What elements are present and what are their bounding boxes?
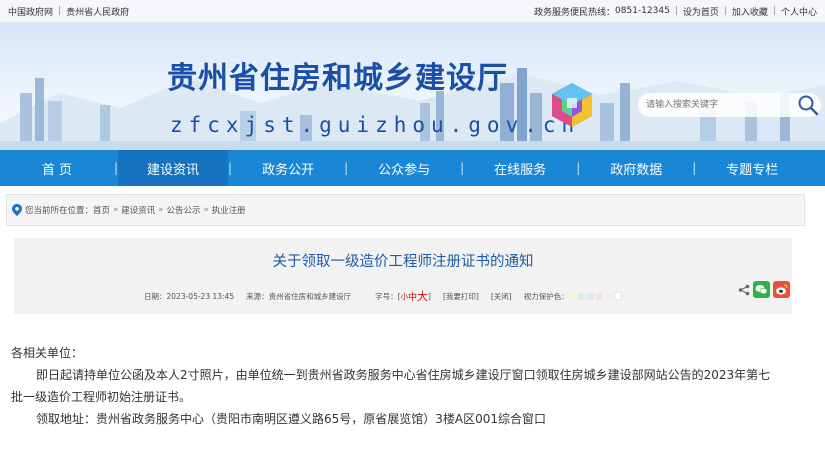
- nav-online-service[interactable]: 在线服务: [464, 150, 576, 186]
- breadcrumb-separator: »: [203, 205, 209, 215]
- set-homepage-link[interactable]: 设为首页: [683, 5, 719, 18]
- source-label: 来源：: [246, 291, 269, 301]
- eye-color-swatch-6[interactable]: [613, 292, 622, 300]
- add-favorite-link[interactable]: 加入收藏: [732, 5, 768, 18]
- breadcrumb: 您当前所在位置： 首页 » 建设资讯 » 公告公示 » 执业注册: [6, 194, 805, 226]
- breadcrumb-registration[interactable]: 执业注册: [212, 204, 246, 216]
- publish-date: 2023-05-23 13:45: [166, 291, 235, 301]
- top-bar: 中国政府网 | 贵州省人民政府 政务服务便民热线： 0851-12345 | 设…: [0, 0, 825, 23]
- pickup-address: 领取地址：贵州省政务服务中心（贵阳市南明区遵义路65号，原省展览馆）3楼A区00…: [36, 412, 547, 426]
- divider: |: [772, 6, 776, 16]
- site-domain: zfcxjst.guizhou.gov.cn: [170, 113, 581, 137]
- personal-center-link[interactable]: 个人中心: [781, 5, 817, 18]
- body-paragraph: 即日起请持单位公函及本人2寸照片，由单位统一到贵州省政务服务中心省住房城乡建设厅…: [36, 368, 771, 382]
- breadcrumb-label: 您当前所在位置：: [25, 206, 94, 216]
- breadcrumb-home[interactable]: 首页: [93, 204, 110, 216]
- nav-public-participation[interactable]: 公众参与: [348, 150, 460, 186]
- search-icon[interactable]: [797, 94, 819, 116]
- article-title: 关于领取一级造价工程师注册证书的通知: [272, 254, 534, 270]
- share-bar: [738, 281, 790, 298]
- eye-protection-label: 视力保护色：: [523, 291, 569, 301]
- nav-gov-affairs[interactable]: 政务公开: [232, 150, 344, 186]
- font-medium-button[interactable]: 中: [408, 290, 417, 303]
- eye-color-swatch-5[interactable]: [604, 292, 612, 300]
- hotline-number: 0851-12345: [615, 6, 670, 16]
- wechat-icon[interactable]: [753, 281, 770, 298]
- eye-color-swatch-2[interactable]: [577, 292, 585, 300]
- article-body: 各相关单位： 即日起请持单位公函及本人2寸照片，由单位统一到贵州省政务服务中心省…: [0, 342, 825, 430]
- font-size-label: 字号：: [375, 291, 398, 301]
- font-large-button[interactable]: 大: [417, 288, 428, 304]
- nav-special-topics[interactable]: 专题专栏: [696, 150, 808, 186]
- breadcrumb-announcements[interactable]: 公告公示: [166, 204, 200, 216]
- colorful-cube-logo-icon: [552, 83, 592, 127]
- nav-gov-data[interactable]: 政府数据: [580, 150, 692, 186]
- article-header: 关于领取一级造价工程师注册证书的通知 日期： 2023-05-23 13:45 …: [14, 238, 792, 314]
- breadcrumb-construction-news[interactable]: 建设资讯: [121, 204, 155, 216]
- site-title: 贵州省住房和城乡建设厅: [167, 61, 508, 96]
- eye-color-swatch-4[interactable]: [595, 292, 603, 300]
- body-paragraph-continued: 批一级造价工程师初始注册证书。: [11, 390, 192, 404]
- location-pin-icon: [12, 204, 22, 216]
- divider: |: [674, 6, 678, 16]
- main-nav: 首 页 | 建设资讯 | 政务公开 | 公众参与 | 在线服务 | 政府数据 |…: [0, 150, 825, 186]
- eye-color-swatch-1[interactable]: [568, 292, 576, 300]
- nav-home[interactable]: 首 页: [0, 150, 114, 186]
- print-button[interactable]: [我要打印]: [443, 291, 479, 302]
- weibo-icon[interactable]: [773, 281, 790, 298]
- date-label: 日期：: [144, 291, 167, 301]
- link-gov-cn[interactable]: 中国政府网: [8, 5, 53, 18]
- hotline-label: 政务服务便民热线：: [534, 7, 616, 18]
- article-meta: 日期： 2023-05-23 13:45 来源： 贵州省住房和城乡建设厅 字号：…: [144, 288, 624, 304]
- breadcrumb-separator: »: [113, 205, 119, 215]
- divider: |: [723, 6, 727, 16]
- share-icon[interactable]: [738, 284, 750, 296]
- divider: |: [58, 6, 62, 16]
- article-source: 贵州省住房和城乡建设厅: [268, 291, 352, 301]
- link-guizhou-gov[interactable]: 贵州省人民政府: [66, 5, 129, 18]
- search-input[interactable]: [644, 99, 798, 111]
- close-button[interactable]: [关闭]: [491, 291, 512, 302]
- nav-construction-news[interactable]: 建设资讯: [118, 150, 229, 186]
- breadcrumb-separator: »: [158, 205, 164, 215]
- eye-color-swatch-3[interactable]: [586, 292, 594, 300]
- header-banner: 贵州省住房和城乡建设厅 zfcxjst.guizhou.gov.cn: [0, 23, 825, 150]
- search-box: [638, 93, 821, 117]
- font-small-button[interactable]: 小: [401, 291, 409, 302]
- salutation: 各相关单位：: [11, 346, 84, 360]
